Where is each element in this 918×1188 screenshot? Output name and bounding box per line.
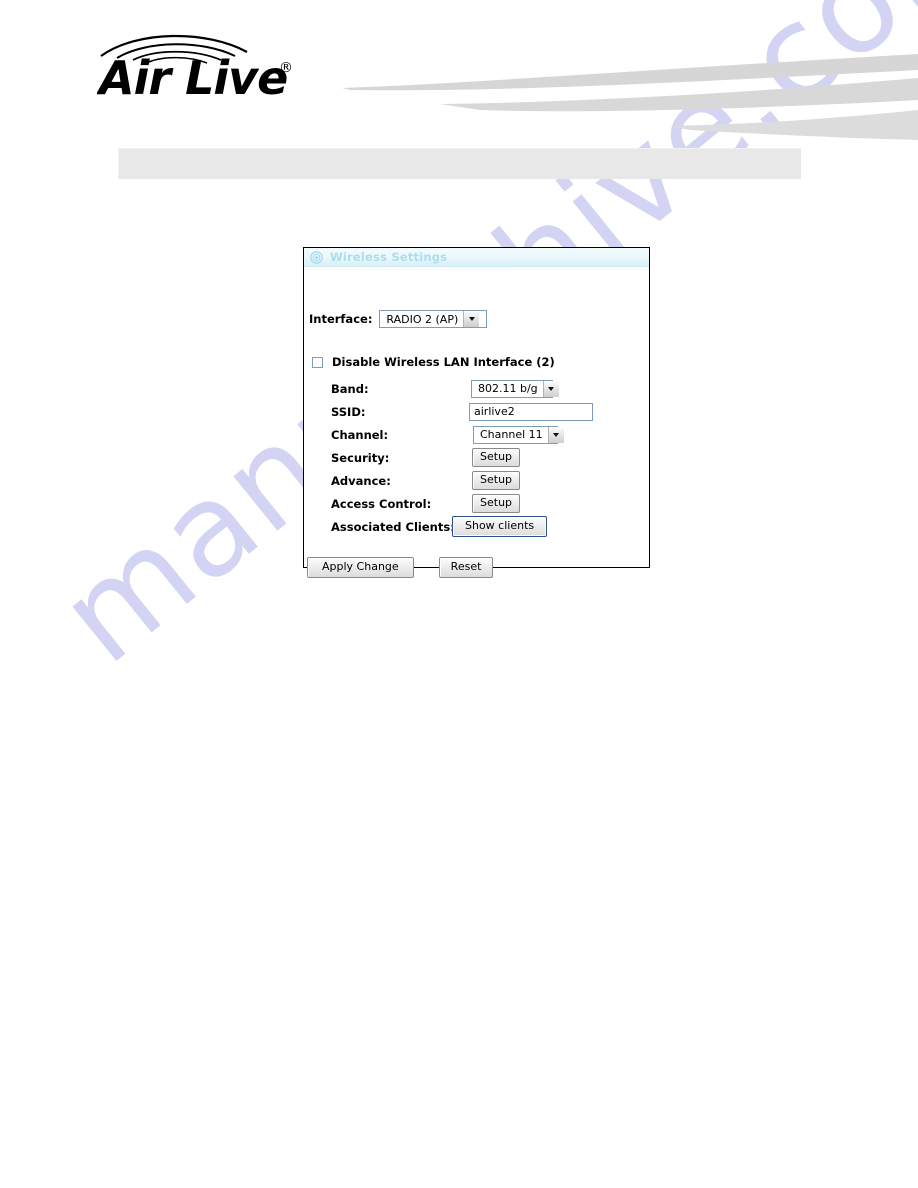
advance-label: Advance:	[331, 473, 391, 488]
wireless-settings-dialog: Wireless Settings Interface: RADIO 2 (AP…	[303, 247, 650, 578]
access-control-setup-button[interactable]: Setup	[472, 494, 521, 513]
access-control-label: Access Control:	[331, 496, 432, 511]
field-row-ssid: SSID: airlive2	[331, 400, 631, 423]
interface-select[interactable]: RADIO 2 (AP)	[379, 310, 488, 328]
field-row-band: Band: 802.11 b/g	[331, 377, 631, 400]
target-circle-icon	[310, 250, 323, 264]
security-setup-button[interactable]: Setup	[472, 448, 521, 467]
disable-wireless-row[interactable]: Disable Wireless LAN Interface (2)	[312, 355, 555, 369]
associated-clients-label: Associated Clients:	[331, 519, 455, 534]
channel-select-value: Channel 11	[480, 428, 543, 441]
reset-button[interactable]: Reset	[438, 557, 494, 578]
chevron-down-icon[interactable]	[547, 426, 564, 443]
document-page: manualshive.com Air Live ®	[0, 0, 918, 1188]
svg-text:®: ®	[279, 60, 293, 76]
svg-text:Air Live: Air Live	[97, 51, 287, 103]
channel-select[interactable]: Channel 11	[473, 425, 564, 444]
interface-row: Interface: RADIO 2 (AP)	[309, 310, 488, 328]
settings-field-list: Band: 802.11 b/g SSID: airlive2 Channel:	[331, 377, 631, 538]
disable-wireless-checkbox[interactable]	[312, 356, 323, 368]
field-row-security: Security: Setup	[331, 446, 631, 469]
decorative-swoosh-banner	[340, 48, 918, 158]
header-gray-bar	[118, 148, 801, 179]
dialog-body: Interface: RADIO 2 (AP) Disable Wireless…	[304, 267, 649, 578]
field-row-channel: Channel: Channel 11	[331, 423, 631, 446]
interface-label: Interface:	[309, 312, 373, 326]
band-select-value: 802.11 b/g	[478, 382, 538, 395]
show-clients-button[interactable]: Show clients	[452, 516, 548, 537]
field-row-advance: Advance: Setup	[331, 469, 631, 492]
band-label: Band:	[331, 381, 369, 396]
field-row-associated-clients: Associated Clients: Show clients	[331, 515, 631, 538]
airlive-logo: Air Live ®	[97, 28, 307, 103]
dialog-actions: Apply Change Reset	[307, 557, 494, 578]
ssid-label: SSID:	[331, 404, 366, 419]
advance-setup-button[interactable]: Setup	[472, 471, 521, 490]
page-header: Air Live ®	[0, 0, 918, 200]
security-label: Security:	[331, 450, 390, 465]
chevron-down-icon[interactable]	[463, 311, 480, 327]
interface-select-value: RADIO 2 (AP)	[386, 312, 459, 326]
ssid-input[interactable]: airlive2	[469, 402, 593, 421]
field-row-access-control: Access Control: Setup	[331, 492, 631, 515]
disable-wireless-label: Disable Wireless LAN Interface (2)	[332, 355, 555, 369]
dialog-titlebar: Wireless Settings	[304, 248, 649, 267]
channel-label: Channel:	[331, 427, 389, 442]
band-select[interactable]: 802.11 b/g	[471, 379, 559, 398]
chevron-down-icon[interactable]	[542, 380, 559, 397]
ssid-input-value: airlive2	[474, 405, 515, 418]
apply-change-button[interactable]: Apply Change	[307, 557, 414, 578]
dialog-title: Wireless Settings	[330, 250, 448, 264]
